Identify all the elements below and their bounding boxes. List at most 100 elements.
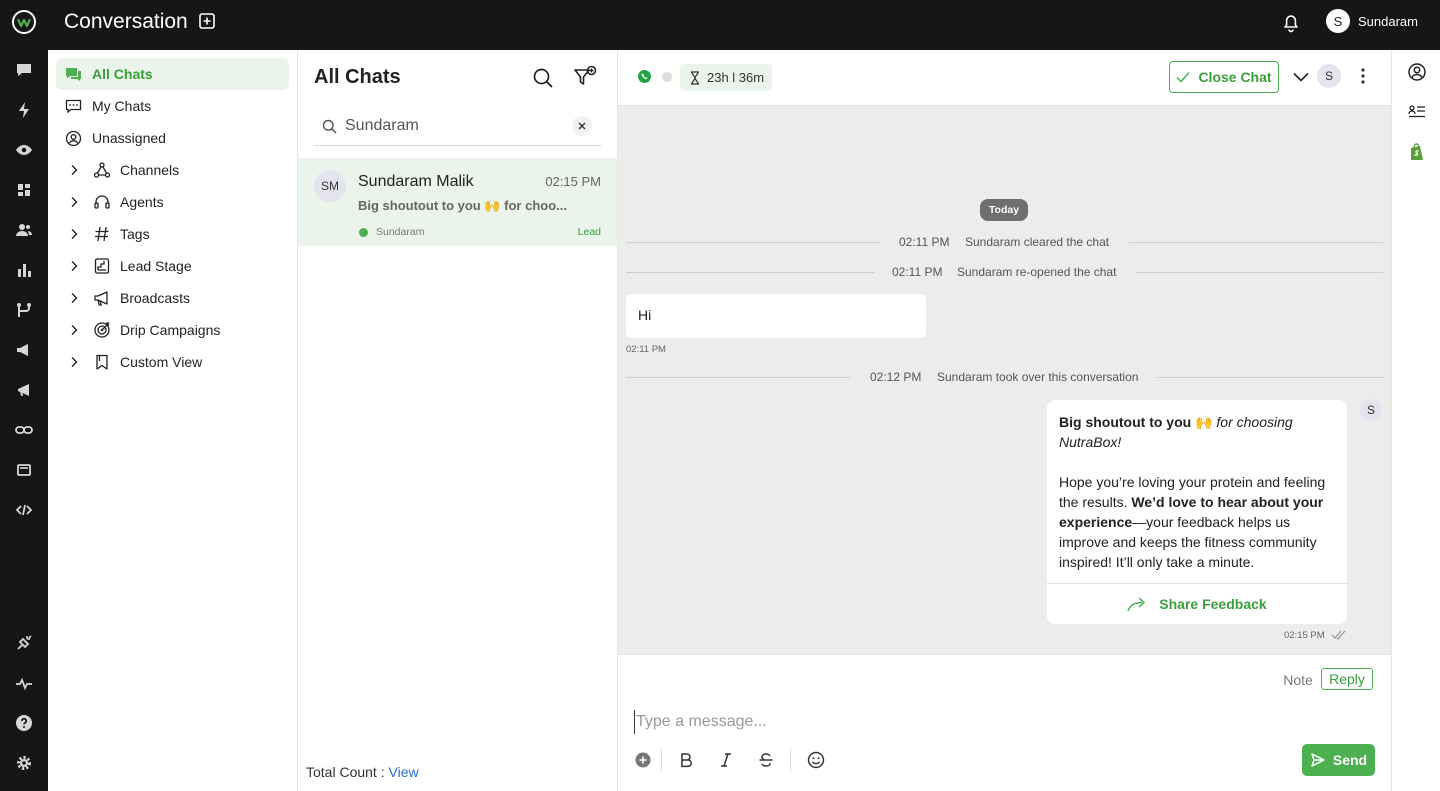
contact-profile-icon[interactable] [1407, 62, 1427, 82]
lead-stage-icon [94, 258, 110, 274]
sidebar-group-channels[interactable]: Channels [56, 154, 289, 186]
activity-icon[interactable] [14, 673, 34, 693]
system-event: 02:11 PM Sundaram re-opened the chat [626, 263, 1383, 283]
outgoing-message-time: 02:15 PM [1284, 630, 1325, 641]
conversation-list-item[interactable]: SM Sundaram Malik 02:15 PM Big shoutout … [298, 158, 617, 246]
whatsapp-icon [638, 70, 651, 83]
sidebar-item-all-chats[interactable]: All Chats [56, 58, 289, 90]
code-icon[interactable] [14, 500, 34, 520]
more-options-icon[interactable] [1355, 66, 1371, 86]
total-count-label: Total Count : [306, 764, 385, 780]
share-feedback-button[interactable]: Share Feedback [1047, 584, 1347, 624]
sidebar-item-label: My Chats [92, 98, 152, 114]
top-bar: Conversation S Sundaram [0, 0, 1440, 50]
sidebar-item-label: Unassigned [92, 130, 166, 146]
eye-icon[interactable] [14, 140, 34, 160]
italic-icon[interactable] [717, 751, 735, 769]
message-input[interactable] [634, 710, 1254, 734]
link-icon[interactable] [14, 420, 34, 440]
chat-search-box [314, 108, 601, 146]
message-thread: Today 02:11 PM Sundaram cleared the chat… [618, 106, 1391, 654]
assigned-agent: Sundaram [376, 226, 425, 238]
chat-list-pane: All Chats SM Sundaram Malik 02:15 PM Big… [298, 50, 618, 791]
close-chat-button[interactable]: Close Chat [1169, 61, 1279, 93]
templates-icon[interactable] [14, 460, 34, 480]
chevron-right-icon [71, 165, 78, 175]
notifications-bell-icon[interactable] [1280, 11, 1302, 33]
event-text: Sundaram took over this conversation [937, 370, 1139, 384]
broadcast-icon[interactable] [14, 380, 34, 400]
sidebar-group-label: Lead Stage [120, 258, 192, 274]
contact-details-icon[interactable] [1407, 102, 1427, 122]
event-text: Sundaram cleared the chat [965, 235, 1110, 249]
integrations-icon[interactable] [14, 633, 34, 653]
add-attachment-icon[interactable] [634, 751, 652, 769]
sender-avatar: S [1360, 399, 1382, 421]
sidebar-group-label: Broadcasts [120, 290, 191, 306]
dashboard-icon[interactable] [14, 180, 34, 200]
send-icon [1311, 753, 1325, 767]
clear-search-icon[interactable] [572, 116, 592, 136]
bolt-icon[interactable] [14, 100, 34, 120]
chevron-down-icon[interactable] [1292, 68, 1310, 86]
app-logo-icon[interactable] [11, 9, 37, 35]
right-tool-rail [1391, 50, 1440, 791]
user-avatar: S [1326, 9, 1350, 33]
note-mode-tab[interactable]: Note [1278, 669, 1318, 691]
sidebar-group-label: Channels [120, 162, 180, 178]
sidebar-item-unassigned[interactable]: Unassigned [56, 122, 289, 154]
search-icon [322, 119, 337, 134]
system-event: 02:11 PM Sundaram cleared the chat [626, 233, 1383, 253]
session-timer: 23h l 36m [680, 64, 773, 91]
sidebar-item-label: All Chats [92, 66, 153, 82]
chevron-right-icon [71, 261, 78, 271]
sidebar-group-lead-stage[interactable]: Lead Stage [56, 250, 289, 282]
new-conversation-icon[interactable] [198, 12, 216, 30]
megaphone-icon [94, 291, 108, 306]
chevron-right-icon [71, 357, 78, 367]
strikethrough-icon[interactable] [757, 751, 775, 769]
flows-icon[interactable] [14, 300, 34, 320]
settings-gear-icon[interactable] [14, 753, 34, 773]
emoji-icon[interactable] [807, 751, 825, 769]
sidebar-group-broadcasts[interactable]: Broadcasts [56, 282, 289, 314]
bold-icon[interactable] [677, 751, 695, 769]
sidebar-group-custom-view[interactable]: Custom View [56, 346, 289, 378]
chevron-right-icon [71, 229, 78, 239]
search-input[interactable] [345, 114, 565, 138]
sidebar-group-agents[interactable]: Agents [56, 186, 289, 218]
toolbar-separator [790, 749, 791, 771]
contacts-icon[interactable] [14, 220, 34, 240]
filter-add-icon[interactable] [572, 64, 598, 90]
sidebar-group-label: Tags [120, 226, 150, 242]
event-time: 02:12 PM [870, 370, 922, 384]
hourglass-icon [691, 70, 699, 85]
conversation-filters-sidebar: All Chats My Chats Unassigned Channels A… [48, 50, 298, 791]
chats-icon [66, 68, 81, 81]
sidebar-group-tags[interactable]: Tags [56, 218, 289, 250]
shopify-icon[interactable] [1407, 142, 1427, 162]
search-icon[interactable] [531, 66, 555, 90]
lead-stage-badge: Lead [577, 226, 601, 238]
user-menu[interactable]: S Sundaram [1326, 9, 1418, 33]
status-indicator [662, 72, 672, 82]
sidebar-item-my-chats[interactable]: My Chats [56, 90, 289, 122]
outgoing-template-message: Big shoutout to you 🙌 for choosing Nutra… [1047, 400, 1347, 624]
send-label: Send [1332, 752, 1368, 768]
message-preview: Big shoutout to you 🙌 for choo... [358, 198, 567, 213]
sidebar-group-label: Custom View [120, 354, 203, 370]
share-feedback-label: Share Feedback [1159, 596, 1267, 612]
reports-icon[interactable] [14, 260, 34, 280]
share-arrow-icon [1127, 597, 1146, 612]
message-bold-text: Big shoutout to you 🙌 [1059, 414, 1213, 430]
send-button[interactable]: Send [1302, 744, 1375, 776]
bookmark-icon [96, 354, 108, 370]
reply-mode-tab[interactable]: Reply [1321, 668, 1373, 690]
sidebar-group-drip-campaigns[interactable]: Drip Campaigns [56, 314, 289, 346]
campaign-icon[interactable] [14, 340, 34, 360]
view-total-link[interactable]: View [389, 764, 419, 780]
headset-icon [94, 195, 110, 209]
chat-icon[interactable] [14, 60, 34, 80]
help-icon[interactable] [14, 713, 34, 733]
assignee-avatar[interactable]: S [1317, 64, 1341, 88]
